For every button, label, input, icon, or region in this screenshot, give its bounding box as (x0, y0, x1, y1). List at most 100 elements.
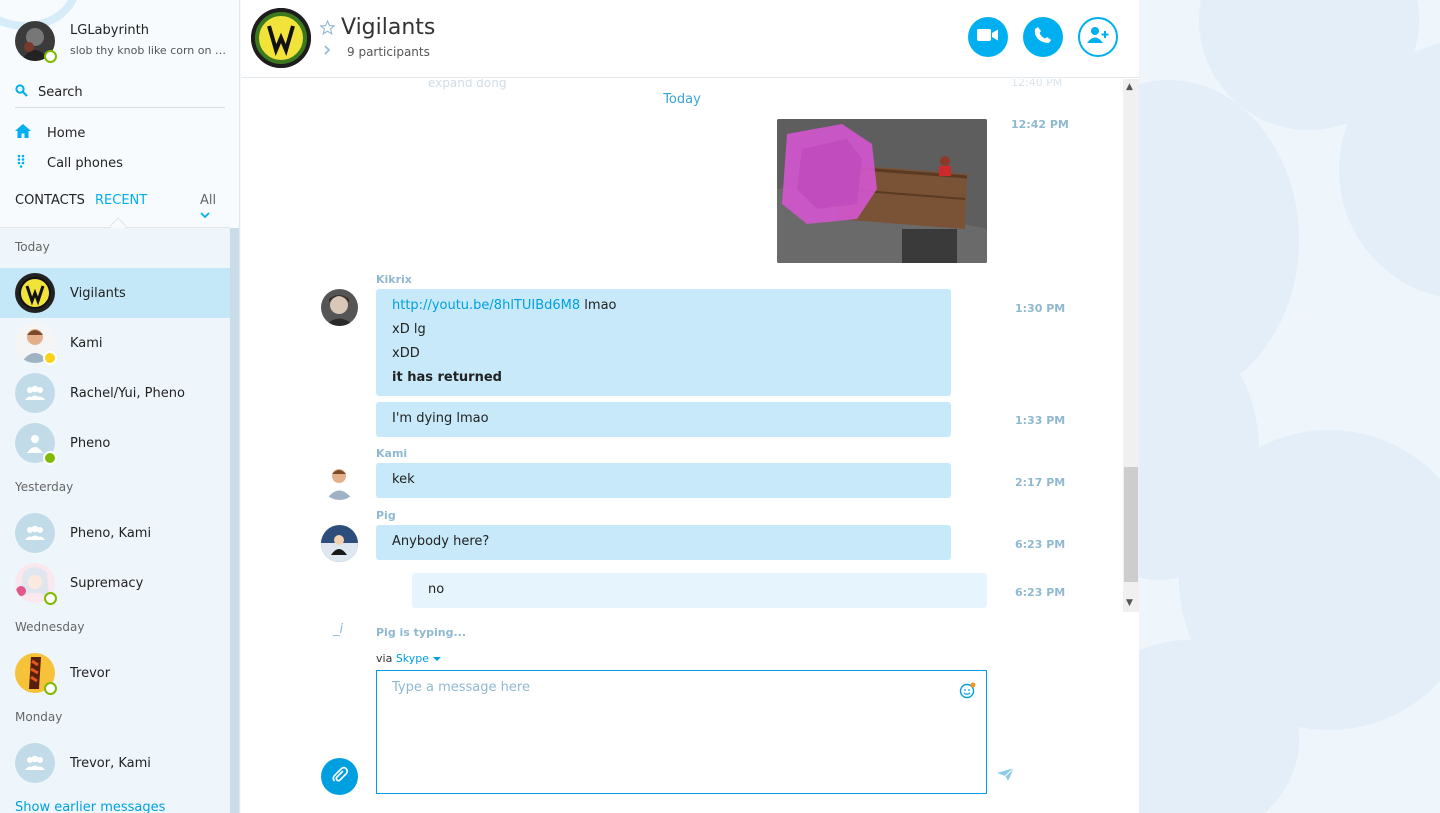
sidebar: LGLabyrinth slob thy knob like corn on t… (0, 0, 240, 813)
list-item-supremacy[interactable]: Supremacy (0, 558, 230, 608)
message-link[interactable]: http://youtu.be/8hlTUIBd6M8 (392, 298, 580, 313)
recent-list: Today Vigilants Kami Rachel/Yui, Pheno P… (0, 228, 230, 813)
sender-name: Kikrix (376, 273, 412, 286)
contact-name: Pheno, Kami (70, 525, 152, 541)
sidebar-scrollbar[interactable] (230, 228, 239, 813)
avatar (15, 273, 55, 313)
message-compose-box[interactable] (376, 670, 987, 794)
video-call-button[interactable] (968, 17, 1008, 57)
group-icon (15, 743, 55, 783)
service-name: Skype (395, 652, 430, 665)
list-item-pheno[interactable]: Pheno (0, 418, 230, 468)
message-input[interactable] (392, 680, 932, 695)
background-decoration (1139, 0, 1440, 813)
message-scrollbar[interactable]: ▲ ▼ (1123, 79, 1139, 612)
send-icon[interactable] (997, 767, 1015, 786)
message-text: xDD (392, 346, 420, 361)
date-separator: Today (663, 92, 701, 107)
dialpad-icon (15, 154, 31, 172)
message-bubble: Anybody here? (376, 525, 951, 560)
group-yesterday: Yesterday (15, 480, 74, 494)
message-time: 2:17 PM (1015, 476, 1066, 489)
nav-home-label: Home (47, 125, 86, 141)
search-box[interactable]: Search (15, 78, 225, 108)
contact-name: Kami (70, 335, 103, 351)
chevron-down-icon (200, 208, 210, 223)
list-item-rachel-yui-pheno[interactable]: Rachel/Yui, Pheno (0, 368, 230, 418)
group-monday: Monday (15, 710, 63, 724)
message-list: expand dong 12:40 PM Today 12:42 PM Kikr… (241, 79, 1123, 612)
message-line: http://youtu.be/8hlTUIBd6M8 lmao (392, 294, 935, 318)
list-item-trevor[interactable]: Trevor (0, 648, 230, 698)
add-people-button[interactable] (1078, 17, 1118, 57)
group-wednesday: Wednesday (15, 620, 85, 634)
list-item-trevor-kami[interactable]: Trevor, Kami (0, 738, 230, 788)
phone-icon (1034, 26, 1052, 48)
conversation-pane: Vigilants 9 participants expand dong 12:… (241, 0, 1139, 813)
message-time: 1:30 PM (1015, 302, 1066, 315)
avatar[interactable] (321, 525, 358, 562)
message-time: 12:42 PM (1011, 118, 1069, 131)
contacts-tabs: CONTACTS RECENT All (15, 193, 230, 219)
chevron-right-icon[interactable] (323, 44, 331, 60)
avatar (15, 423, 57, 465)
message-text: lmao (580, 298, 617, 313)
message-time: 6:23 PM (1015, 538, 1066, 551)
list-item-vigilants[interactable]: Vigilants (0, 268, 230, 318)
typing-icon: _i (333, 622, 344, 637)
group-icon (15, 513, 55, 553)
avatar[interactable] (321, 463, 358, 500)
contact-name: Trevor (70, 665, 111, 681)
via-service[interactable]: via Skype (376, 652, 441, 665)
message-bubble: http://youtu.be/8hlTUIBd6M8 lmao xD lg x… (376, 289, 951, 396)
contact-name: Supremacy (70, 575, 144, 591)
message-text: I'm dying lmao (392, 411, 489, 426)
audio-call-button[interactable] (1023, 17, 1063, 57)
message-time: 1:33 PM (1015, 414, 1066, 427)
via-label: via (376, 652, 393, 665)
contact-name: Pheno (70, 435, 111, 451)
star-icon[interactable] (319, 19, 336, 39)
caret-down-icon (432, 652, 441, 665)
presence-indicator (44, 682, 57, 695)
list-item-pheno-kami[interactable]: Pheno, Kami (0, 508, 230, 558)
own-message-bubble: no (412, 573, 987, 608)
message-time: 6:23 PM (1015, 586, 1066, 599)
nav-call-phones-label: Call phones (47, 155, 123, 171)
profile-mood: slob thy knob like corn on the cob (70, 44, 230, 57)
user-avatar[interactable] (15, 21, 57, 63)
list-item-kami[interactable]: Kami (0, 318, 230, 368)
profile[interactable]: LGLabyrinth slob thy knob like corn on t… (15, 21, 230, 63)
search-label: Search (38, 85, 83, 100)
shared-image[interactable] (777, 119, 987, 263)
conversation-title: Vigilants (341, 15, 436, 40)
scrollbar-thumb[interactable] (1124, 467, 1138, 582)
message-time: 12:40 PM (1011, 79, 1063, 89)
message-text: no (428, 582, 445, 597)
tab-contacts[interactable]: CONTACTS (15, 193, 85, 208)
typing-indicator: Pig is typing... (376, 626, 466, 639)
nav-call-phones[interactable]: Call phones (15, 153, 123, 173)
avatar[interactable] (321, 289, 358, 326)
presence-indicator (44, 592, 57, 605)
conversation-avatar[interactable] (251, 8, 311, 68)
presence-indicator (44, 50, 57, 63)
participants-count[interactable]: 9 participants (347, 45, 430, 59)
profile-name: LGLabyrinth (70, 23, 150, 38)
message-text: it has returned (392, 370, 502, 385)
home-icon (15, 124, 31, 142)
tab-recent[interactable]: RECENT (95, 193, 147, 208)
filter-dropdown[interactable]: All (200, 193, 230, 223)
scroll-down-arrow[interactable]: ▼ (1126, 598, 1133, 608)
message-text: expand dong (428, 79, 507, 90)
show-earlier-link[interactable]: Show earlier messages (15, 800, 165, 813)
contact-name: Trevor, Kami (70, 755, 151, 771)
message-text: xD lg (392, 322, 426, 337)
scroll-up-arrow[interactable]: ▲ (1126, 82, 1133, 92)
presence-online-icon (43, 451, 57, 465)
attach-button[interactable] (321, 758, 358, 795)
emoji-icon[interactable] (959, 681, 977, 703)
group-today: Today (15, 240, 50, 254)
nav-home[interactable]: Home (15, 123, 85, 143)
sender-name: Pig (376, 509, 396, 522)
